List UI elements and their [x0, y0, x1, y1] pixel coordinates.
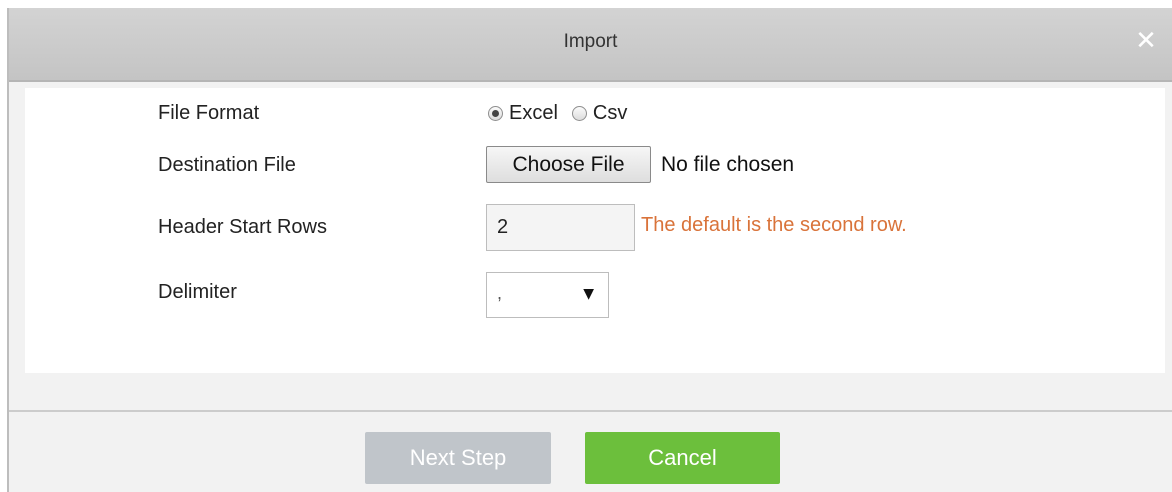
header-start-rows-hint: The default is the second row. [641, 214, 907, 236]
destination-file-label: Destination File [158, 154, 296, 176]
import-dialog: Import ✕ File Format Excel Csv Destinati… [7, 8, 1172, 492]
delimiter-select[interactable]: , ▼ [486, 272, 609, 318]
header-start-rows-label: Header Start Rows [158, 216, 327, 238]
file-status-text: No file chosen [661, 153, 795, 176]
chevron-down-icon: ▼ [583, 286, 594, 302]
cancel-button[interactable]: Cancel [585, 432, 780, 484]
file-format-label: File Format [158, 102, 260, 124]
csv-radio[interactable] [571, 105, 587, 121]
csv-radio-label[interactable]: Csv [593, 102, 627, 125]
import-form: File Format Excel Csv Destination File C… [25, 88, 1165, 373]
dialog-title: Import [563, 31, 618, 52]
choose-file-button[interactable]: Choose File [486, 146, 651, 183]
excel-radio-label[interactable]: Excel [509, 102, 558, 125]
header-start-rows-input[interactable] [486, 204, 635, 251]
excel-radio[interactable] [488, 105, 503, 121]
next-step-button[interactable]: Next Step [365, 432, 551, 484]
footer-divider [9, 410, 1172, 412]
delimiter-label: Delimiter [158, 281, 237, 303]
radio-selected-dot [492, 109, 499, 117]
file-format-radio-group: Excel Csv [488, 100, 641, 126]
close-icon[interactable]: ✕ [1134, 28, 1158, 54]
delimiter-selected-value: , [497, 283, 503, 303]
dialog-titlebar: Import ✕ [9, 8, 1172, 82]
